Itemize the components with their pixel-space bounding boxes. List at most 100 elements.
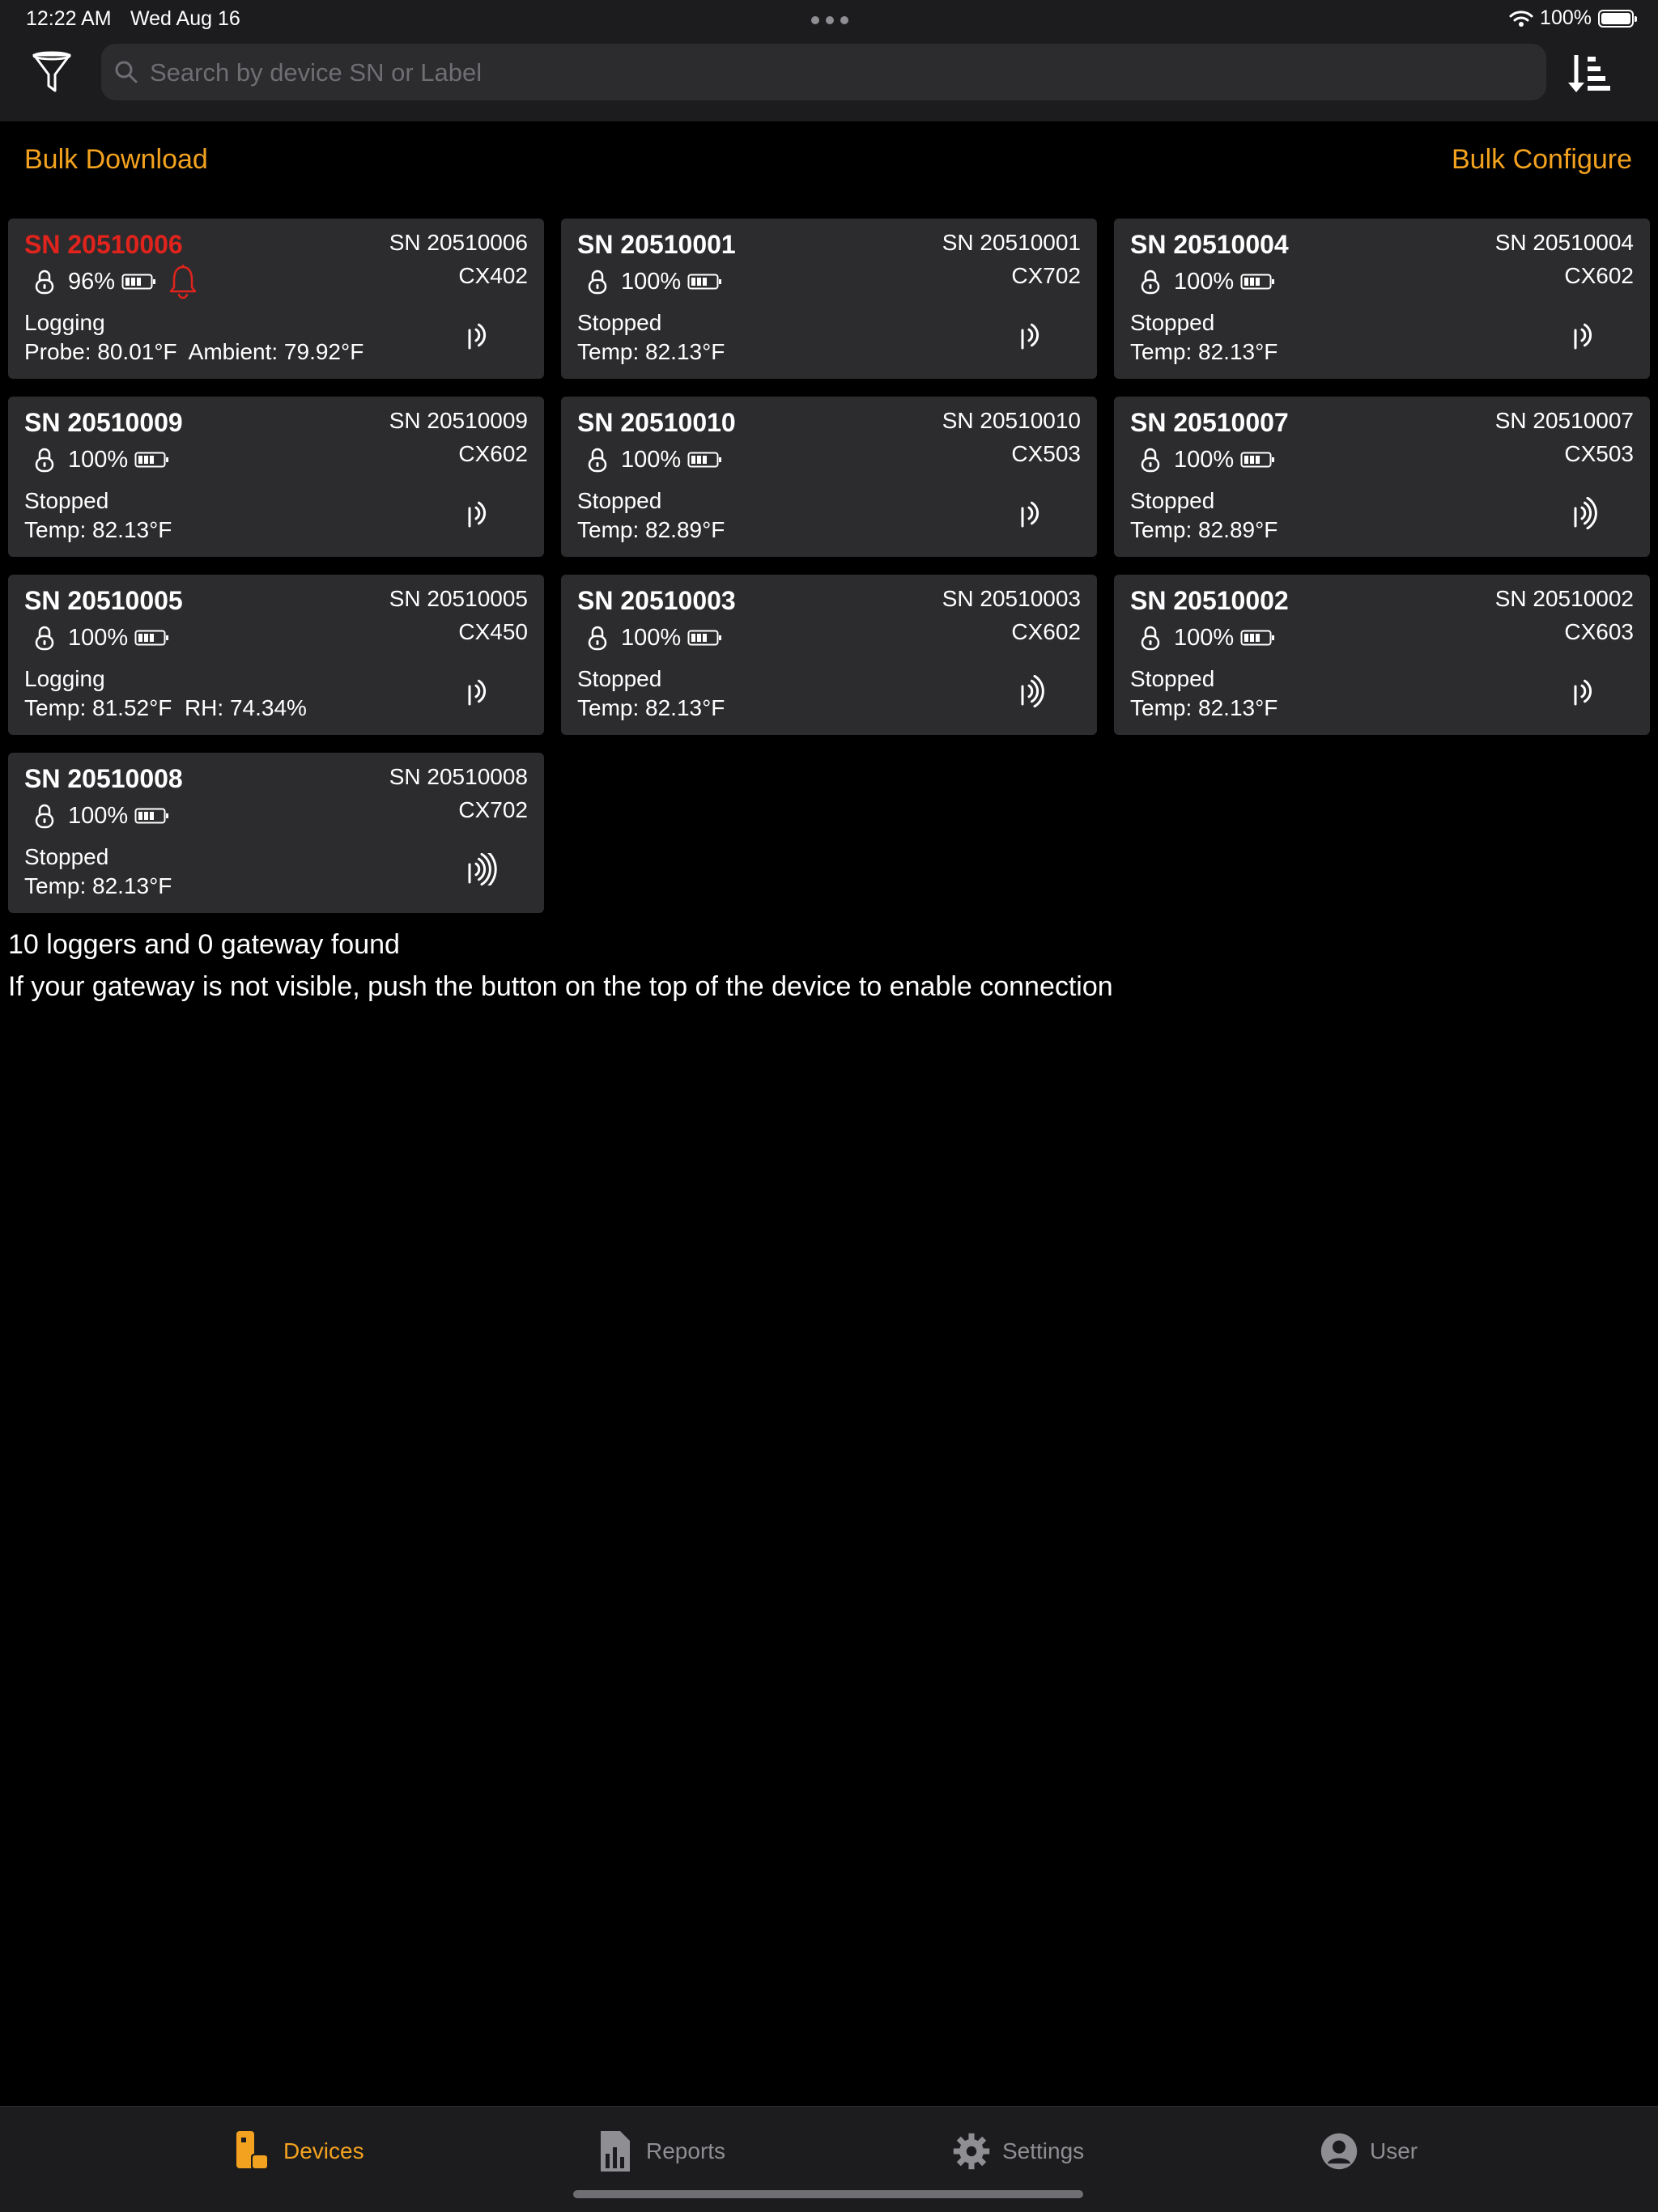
tab-label: Devices [283,2138,364,2163]
bulk-configure-button[interactable]: Bulk Configure [1452,144,1632,176]
device-model: CX602 [458,441,528,466]
lock-icon [1141,448,1160,473]
device-battery-percent: 100% [621,446,682,473]
tab-reports[interactable]: Reports [596,2129,725,2173]
device-serial: SN 20510005 [389,586,528,611]
battery-icon [687,274,722,290]
battery-icon [134,808,169,824]
lock-icon [35,626,54,651]
device-label: SN 20510006 [24,230,183,259]
device-reading: Probe: 80.01°F Ambient: 79.92°F [24,339,364,364]
search-icon [115,61,138,83]
device-model: CX450 [458,619,528,644]
device-reading: Temp: 82.13°F [577,695,725,720]
device-battery-percent: 100% [1174,268,1235,295]
lock-icon [588,626,607,651]
device-serial: SN 20510006 [389,230,528,255]
device-model: CX603 [1564,619,1634,644]
device-state: Logging [24,666,105,691]
device-reading: Temp: 82.13°F [1130,695,1278,720]
device-battery-percent: 96% [68,268,116,295]
search-bar[interactable] [101,44,1546,102]
device-model: CX503 [1564,441,1634,466]
device-card[interactable]: SN 20510003 SN 20510003 CX602 100% Stopped Te… [561,575,1097,735]
battery-icon [687,630,722,646]
device-state: Stopped [1130,310,1215,335]
device-state: Stopped [1130,488,1215,513]
device-card[interactable]: SN 20510002 SN 20510002 CX603 100% Stopped Te… [1114,575,1650,735]
top-toolbar [0,40,1658,121]
device-reading: Temp: 82.13°F [24,873,172,898]
summary-text: 10 loggers and 0 gateway found [8,929,400,960]
device-card[interactable]: SN 20510001 SN 20510001 CX702 100% Stopped Te… [561,219,1097,379]
device-card[interactable]: SN 20510004 SN 20510004 CX602 100% Stopped Te… [1114,219,1650,379]
device-state: Logging [24,310,105,335]
device-card[interactable]: SN 20510008 SN 20510008 CX702 100% Stopped Te… [8,753,544,913]
device-reading: Temp: 82.89°F [1130,517,1278,542]
signal-strength-icon [468,323,487,350]
filter-icon[interactable] [31,50,73,96]
user-icon [1320,2133,1358,2170]
tab-label: Settings [1002,2138,1085,2163]
multitasking-dots-icon[interactable] [811,16,848,24]
device-label: SN 20510010 [577,408,736,437]
device-meta: 100% [1130,265,1276,298]
device-label: SN 20510005 [24,586,183,615]
signal-strength-icon [1574,323,1592,350]
tab-settings[interactable]: Settings [952,2129,1084,2173]
signal-strength-icon [468,501,487,528]
device-state: Stopped [24,844,109,869]
device-card[interactable]: SN 20510007 SN 20510007 CX503 100% Stopped Te… [1114,397,1650,557]
device-meta: 100% [24,444,170,476]
device-battery-percent: 100% [1174,624,1235,651]
lock-icon [35,804,54,829]
device-reading: Temp: 82.13°F [24,517,172,542]
device-battery-percent: 100% [68,446,129,473]
lock-icon [1141,626,1160,651]
battery-icon [1240,274,1275,290]
device-state: Stopped [577,666,662,691]
device-serial: SN 20510004 [1494,230,1634,255]
status-bar: 12:22 AM Wed Aug 16 100% [0,0,1658,40]
status-indicators: 100% [1509,6,1637,30]
lock-icon [588,270,607,295]
device-model: CX602 [1011,619,1081,644]
device-card[interactable]: SN 20510005 SN 20510005 CX450 100% Logging Te… [8,575,544,735]
device-card[interactable]: SN 20510009 SN 20510009 CX602 100% Stopped Te… [8,397,544,557]
device-state: Stopped [24,488,109,513]
device-card[interactable]: SN 20510006 SN 20510006 CX402 96% Logging Pro… [8,219,544,379]
device-battery-percent: 100% [621,624,682,651]
signal-strength-icon [1574,497,1597,529]
battery-icon [121,274,156,290]
device-serial: SN 20510001 [942,230,1081,255]
sort-icon[interactable] [1565,50,1613,99]
alarm-bell-icon [169,265,197,299]
device-meta: 100% [24,622,170,654]
device-label: SN 20510004 [1130,230,1289,259]
device-serial: SN 20510010 [942,408,1081,433]
device-model: CX702 [1011,263,1081,288]
device-meta: 100% [1130,622,1276,654]
device-reading: Temp: 82.13°F [577,339,725,364]
device-serial: SN 20510003 [942,586,1081,611]
lock-icon [1141,270,1160,295]
battery-icon [687,452,722,468]
gear-icon [953,2133,990,2170]
device-battery-percent: 100% [68,802,129,829]
tab-user[interactable]: User [1320,2129,1418,2173]
bulk-download-button[interactable]: Bulk Download [24,144,208,176]
device-reading: Temp: 81.52°F RH: 74.34% [24,695,307,720]
search-input[interactable] [148,44,1528,102]
device-model: CX402 [458,263,528,288]
device-card[interactable]: SN 20510010 SN 20510010 CX503 100% Stopped Te… [561,397,1097,557]
device-reading: Temp: 82.13°F [1130,339,1278,364]
device-serial: SN 20510002 [1494,586,1634,611]
device-model: CX702 [458,797,528,822]
battery-icon [1598,9,1637,28]
tab-label: Reports [646,2138,726,2163]
devices-icon [236,2131,269,2170]
battery-icon [1240,452,1275,468]
device-label: SN 20510008 [24,764,183,793]
tab-devices[interactable]: Devices [233,2129,364,2173]
device-battery-percent: 100% [621,268,682,295]
